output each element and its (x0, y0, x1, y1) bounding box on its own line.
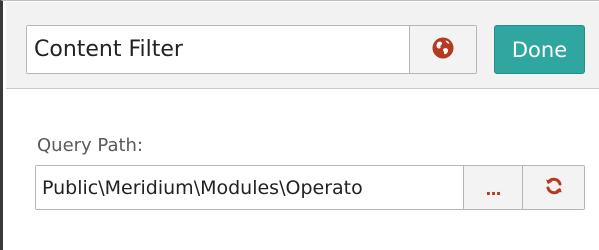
globe-icon (431, 36, 455, 64)
refresh-button[interactable] (523, 166, 584, 209)
panel-header: Done (6, 2, 599, 89)
query-path-group: ... (35, 165, 585, 210)
refresh-icon (544, 176, 564, 200)
query-path-label: Query Path: (37, 135, 144, 156)
title-input[interactable] (27, 26, 410, 73)
browse-button[interactable]: ... (464, 166, 523, 209)
query-path-input[interactable] (36, 166, 464, 209)
done-button[interactable]: Done (494, 25, 585, 74)
globe-button[interactable] (410, 26, 476, 73)
browse-button-label: ... (485, 180, 501, 199)
title-input-group (26, 25, 477, 74)
panel-frame: Done Query Path: ... (0, 0, 599, 250)
